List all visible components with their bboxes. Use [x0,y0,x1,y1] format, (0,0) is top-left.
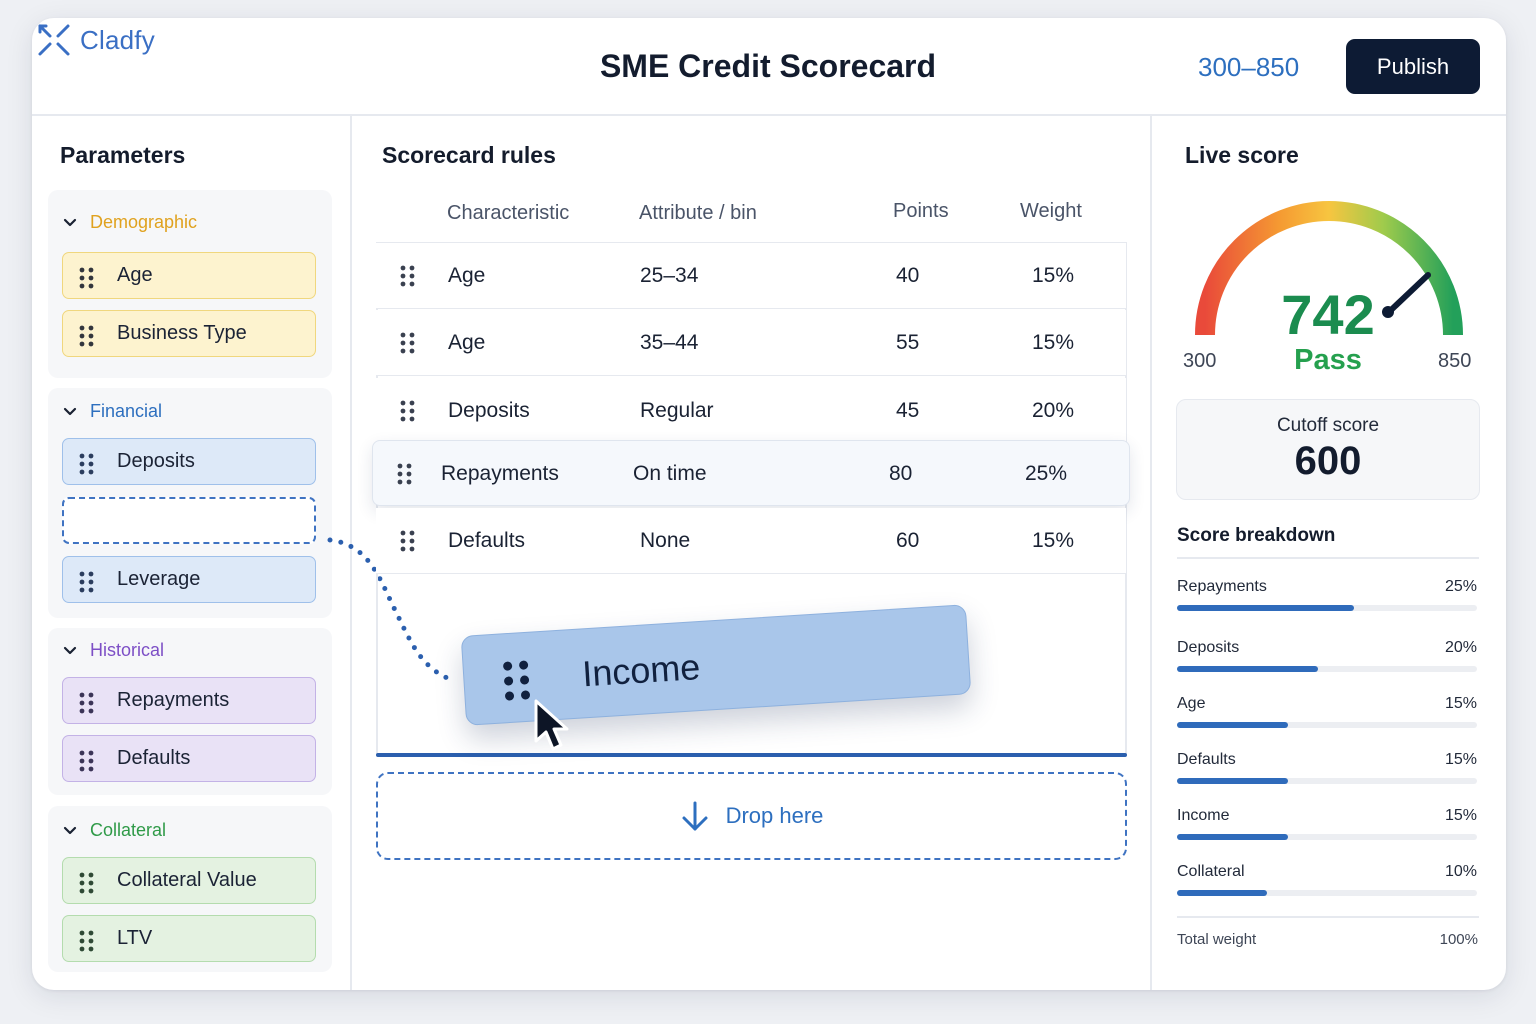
breakdown-bar [1177,834,1288,840]
cell-characteristic: Repayments [441,462,559,485]
breakdown-row: Defaults 15% [1177,751,1477,791]
breakdown-label: Age [1177,695,1206,712]
breakdown-label: Collateral [1177,863,1245,880]
cell-characteristic: Age [448,264,486,287]
breakdown-bar [1177,666,1318,672]
breakdown-bar [1177,778,1288,784]
breakdown-title: Score breakdown [1177,525,1336,546]
column-weight[interactable]: Weight [1020,200,1082,223]
breakdown-track [1177,605,1477,611]
cell-weight: 15% [1032,264,1075,287]
cell-characteristic: Deposits [448,399,530,422]
cutoff-card[interactable]: Cutoff score 600 [1176,399,1480,500]
breakdown-track [1177,666,1477,672]
breakdown-bar [1177,890,1267,896]
breakdown-label: Defaults [1177,751,1236,768]
breakdown-pct: 25% [1444,578,1477,595]
cell-attribute: 25–34 [640,264,699,287]
breakdown-label: Deposits [1177,639,1240,656]
breakdown-bar [1177,605,1354,611]
total-divider [1177,916,1479,918]
table-row[interactable]: Deposits Regular 45 20% [376,378,1126,444]
breakdown-row: Age 15% [1177,695,1477,735]
cell-points: 40 [896,264,920,287]
breakdown-row: Deposits 20% [1177,639,1477,679]
column-characteristic[interactable]: Characteristic [447,202,569,225]
breakdown-bar [1177,722,1288,728]
cell-weight: 20% [1032,399,1075,422]
breakdown-track [1177,778,1477,784]
breakdown-row: Income 15% [1177,807,1477,847]
breakdown-pct: 20% [1444,639,1477,656]
breakdown-track [1177,722,1477,728]
breakdown-pct: 15% [1444,751,1477,768]
drag-handle-icon [397,463,412,485]
cell-characteristic: Age [448,331,486,354]
table-row[interactable]: Age 35–44 55 15% [376,310,1126,376]
drag-handle-icon [400,265,415,287]
breakdown-row: Repayments 25% [1177,578,1477,618]
column-points[interactable]: Points [893,200,949,223]
breakdown-pct: 10% [1444,863,1477,880]
breakdown-label: Income [1177,807,1230,824]
cell-weight: 25% [1025,462,1068,485]
cell-points: 55 [896,331,920,354]
drop-label: Drop here [725,803,824,828]
cell-points: 60 [896,529,920,552]
breakdown-row: Collateral 10% [1177,863,1477,903]
breakdown-track [1177,834,1477,840]
cell-characteristic: Defaults [448,529,526,552]
cutoff-label: Cutoff score [1276,415,1380,436]
cell-points: 80 [889,462,913,485]
drag-handle-icon [400,530,415,552]
cursor-icon [534,699,569,751]
cell-weight: 15% [1032,529,1075,552]
drop-indicator [376,753,1127,757]
score-status: Pass [1294,344,1362,376]
table-row[interactable]: Defaults None 60 15% [376,508,1126,574]
arrow-down-icon [682,801,708,831]
cell-attribute: Regular [640,399,714,422]
breakdown-pct: 15% [1444,695,1477,712]
breakdown-pct: 15% [1444,807,1477,824]
breakdown-divider [1177,557,1479,559]
cell-attribute: None [640,529,691,552]
cell-attribute: On time [633,462,707,485]
total-weight-label: Total weight [1177,931,1257,948]
live-score-title: Live score [1185,142,1299,168]
total-weight-value: 100% [1439,931,1478,948]
breakdown-track [1177,890,1477,896]
drag-handle-icon [503,660,531,701]
drag-handle-icon [400,332,415,354]
table-row[interactable]: Repayments On time 80 25% [372,440,1130,506]
score-value: 742 [1281,283,1375,346]
cell-weight: 15% [1032,331,1075,354]
cell-attribute: 35–44 [640,331,699,354]
table-row[interactable]: Age 25–34 40 15% [376,243,1126,309]
drag-handle-icon [400,400,415,422]
column-attribute[interactable]: Attribute / bin [639,202,757,225]
gauge-min: 300 [1183,350,1217,372]
cell-points: 45 [896,399,920,422]
breakdown-label: Repayments [1177,578,1267,595]
drop-zone[interactable]: Drop here [376,772,1127,860]
rules-title: Scorecard rules [382,142,556,168]
gauge-max: 850 [1438,350,1472,372]
dragging-label: Income [581,646,702,695]
cutoff-value: 600 [1294,439,1362,483]
